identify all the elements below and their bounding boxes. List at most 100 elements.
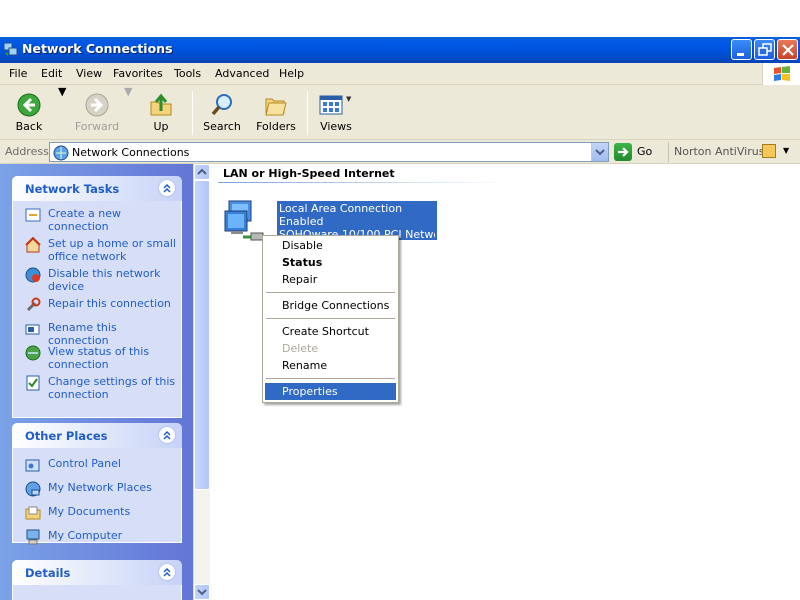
place-label: My Documents — [48, 505, 131, 518]
up-button[interactable]: Up — [142, 85, 180, 140]
place-my-network-places[interactable]: My Network Places — [13, 481, 181, 501]
close-icon — [782, 44, 794, 56]
windows-logo — [762, 63, 800, 85]
group-heading: LAN or High-Speed Internet — [223, 167, 395, 180]
address-bar: Address Network Connections Go Norton An… — [0, 140, 800, 164]
task-repair-connection[interactable]: Repair this connection — [13, 297, 181, 317]
group-divider — [218, 182, 508, 183]
network-tasks-list: Create a new connection Set up a home or… — [12, 201, 182, 418]
scroll-thumb[interactable] — [194, 180, 210, 490]
place-label: My Network Places — [48, 481, 152, 494]
menu-advanced[interactable]: Advanced — [215, 67, 269, 80]
address-value: Network Connections — [72, 146, 190, 159]
scroll-up-button[interactable] — [194, 164, 210, 180]
network-tasks-title: Network Tasks — [25, 182, 120, 196]
documents-icon — [25, 506, 41, 520]
control-panel-icon — [25, 459, 40, 472]
task-pane-scrollbar[interactable] — [193, 164, 210, 600]
address-input[interactable]: Network Connections — [49, 142, 609, 162]
task-label: View status of this connection — [48, 345, 150, 371]
collapse-icon[interactable] — [158, 179, 176, 197]
norton-dropdown-icon[interactable]: ▼ — [783, 146, 789, 155]
window-title: Network Connections — [22, 41, 173, 56]
menu-item-repair[interactable]: Repair — [265, 271, 396, 288]
menu-item-bridge-connections[interactable]: Bridge Connections — [265, 297, 396, 314]
place-my-documents[interactable]: My Documents — [13, 505, 181, 525]
close-button[interactable] — [777, 39, 798, 60]
views-dropdown-icon[interactable]: ▼ — [346, 95, 351, 103]
menu-item-disable[interactable]: Disable — [265, 237, 396, 254]
place-label: My Computer — [48, 529, 123, 542]
folders-button[interactable]: Folders — [253, 85, 299, 140]
menu-tools[interactable]: Tools — [174, 67, 201, 80]
views-icon — [319, 95, 343, 115]
other-places-list: Control Panel My Network Places My Docum… — [12, 448, 182, 545]
task-create-connection[interactable]: Create a new connection — [13, 207, 181, 233]
network-tasks-header[interactable]: Network Tasks — [12, 176, 182, 201]
forward-label: Forward — [74, 120, 120, 133]
menu-item-delete: Delete — [282, 342, 319, 355]
task-label: Create a new connection — [48, 207, 122, 233]
task-rename-connection[interactable]: Rename this connection — [13, 321, 181, 347]
menu-separator — [266, 318, 395, 319]
folder-up-icon — [150, 93, 172, 116]
new-connection-icon — [25, 208, 41, 222]
menu-file[interactable]: File — [9, 67, 27, 80]
menu-help[interactable]: Help — [279, 67, 304, 80]
address-dropdown-button[interactable] — [591, 143, 608, 161]
back-dropdown-icon[interactable]: ▼ — [58, 85, 66, 140]
toolbar: Back ▼ Forward ▼ Up Search Folders ▼ Vie… — [0, 85, 800, 140]
menu-item-status[interactable]: Status — [265, 254, 396, 271]
menu-view[interactable]: View — [76, 67, 102, 80]
up-label: Up — [153, 120, 169, 133]
minimize-button[interactable] — [731, 39, 752, 60]
forward-button[interactable]: Forward — [72, 85, 122, 140]
back-button[interactable]: Back — [6, 85, 52, 140]
restore-button[interactable] — [754, 39, 775, 60]
task-change-settings[interactable]: Change settings of this connection — [13, 375, 181, 401]
settings-icon — [26, 375, 40, 391]
title-bar[interactable]: Network Connections — [0, 37, 800, 63]
scroll-down-button[interactable] — [194, 584, 210, 600]
menu-separator — [266, 292, 395, 293]
menu-separator — [266, 378, 395, 379]
go-button[interactable]: Go — [614, 143, 664, 161]
connection-status: Enabled — [279, 215, 324, 228]
minimize-icon — [737, 53, 744, 56]
network-connections-icon — [3, 42, 18, 56]
search-icon — [211, 94, 232, 116]
connection-name: Local Area Connection — [279, 202, 403, 215]
search-button[interactable]: Search — [200, 85, 244, 140]
details-panel: Details — [12, 560, 182, 600]
menu-item-create-shortcut[interactable]: Create Shortcut — [265, 323, 396, 340]
other-places-header[interactable]: Other Places — [12, 423, 182, 448]
views-label: Views — [320, 120, 352, 133]
task-label: Change settings of this connection — [48, 375, 176, 401]
local-area-connection-icon[interactable] — [223, 197, 267, 241]
details-title: Details — [25, 566, 71, 580]
collapse-icon[interactable] — [158, 563, 176, 581]
views-button[interactable]: ▼ Views — [314, 85, 358, 140]
place-my-computer[interactable]: My Computer — [13, 529, 181, 549]
task-view-status[interactable]: View status of this connection — [13, 345, 181, 371]
details-body — [12, 585, 182, 600]
toolbar-divider — [307, 91, 308, 135]
task-label: Set up a home or small office network — [48, 237, 176, 263]
folders-label: Folders — [256, 120, 296, 133]
place-control-panel[interactable]: Control Panel — [13, 457, 181, 477]
menu-item-rename[interactable]: Rename — [265, 357, 396, 374]
back-arrow-icon — [17, 93, 41, 117]
task-disable-device[interactable]: Disable this network device — [13, 267, 181, 293]
menu-item-properties[interactable]: Properties — [265, 383, 396, 400]
task-label: Repair this connection — [48, 297, 171, 310]
folders-icon — [265, 98, 287, 116]
network-places-icon — [25, 481, 41, 497]
menu-favorites[interactable]: Favorites — [113, 67, 163, 80]
menu-edit[interactable]: Edit — [41, 67, 62, 80]
other-places-title: Other Places — [25, 429, 108, 443]
task-home-network[interactable]: Set up a home or small office network — [13, 237, 181, 263]
norton-shield-icon[interactable] — [762, 144, 776, 158]
collapse-icon[interactable] — [158, 426, 176, 444]
details-header[interactable]: Details — [12, 560, 182, 585]
norton-toolbar[interactable]: Norton AntiVirus ▼ — [668, 142, 800, 162]
